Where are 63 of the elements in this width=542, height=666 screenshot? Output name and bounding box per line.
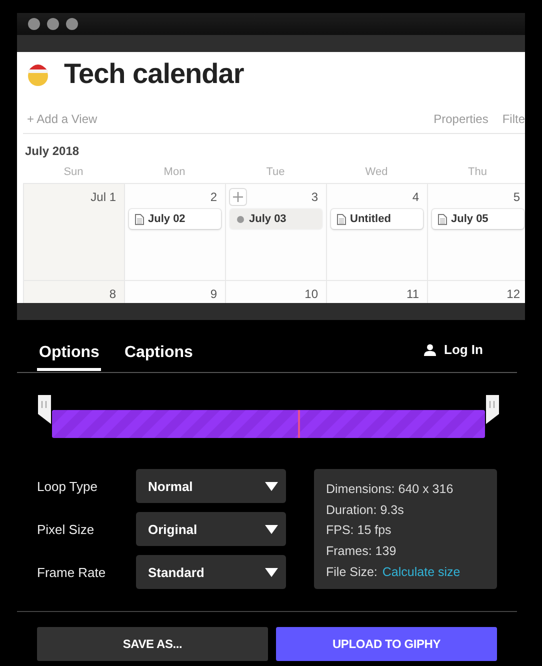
day-cell[interactable]: 11 xyxy=(326,280,427,303)
day-number: 2 xyxy=(210,190,217,204)
info-text: Duration: 9.3s xyxy=(326,502,404,517)
day-number: 3 xyxy=(311,190,318,204)
weekday-label: Wed xyxy=(364,165,389,180)
trim-handle[interactable] xyxy=(37,395,52,424)
tab[interactable]: Captions xyxy=(122,344,195,371)
calculate-size-link[interactable]: Calculate size xyxy=(382,564,460,579)
event-card[interactable]: July 05 xyxy=(432,209,524,229)
month-label: July 2018 xyxy=(25,144,80,158)
day-number: 4 xyxy=(412,190,419,204)
caret-icon xyxy=(265,482,278,490)
day-number: 9 xyxy=(210,287,217,301)
info-text: File Size: xyxy=(326,564,378,579)
timeline-track[interactable] xyxy=(52,410,485,438)
upload-button[interactable]: UPLOAD TO GIPHY xyxy=(276,627,497,661)
page-title: Tech calendar xyxy=(64,58,244,90)
day-number: 10 xyxy=(304,287,318,301)
tab[interactable]: Options xyxy=(37,344,102,371)
event-card[interactable]: July 03 xyxy=(230,209,322,229)
setting-label: Loop Type xyxy=(37,478,98,494)
weekday-label: Mon xyxy=(162,165,186,180)
info-text: FPS: 15 fps xyxy=(326,523,392,538)
day-number: 5 xyxy=(513,190,520,204)
setting-dropdown[interactable]: Normal xyxy=(136,469,286,503)
document-icon xyxy=(438,214,447,224)
caret-icon xyxy=(265,568,278,576)
weekday-label: Tue xyxy=(265,165,286,180)
day-cell[interactable]: 2 July 02 xyxy=(124,183,225,280)
event-card[interactable]: Untitled xyxy=(331,209,423,229)
day-cell[interactable]: 10 xyxy=(225,280,326,303)
day-cell[interactable]: 12 xyxy=(427,280,525,303)
weekday-label: Sun xyxy=(62,165,84,180)
trim-handle[interactable] xyxy=(485,395,500,424)
day-number: 11 xyxy=(406,287,419,301)
day-number: Jul 1 xyxy=(90,190,116,204)
day-cell[interactable]: 3 July 03 xyxy=(225,183,326,280)
day-number: 12 xyxy=(506,287,520,301)
window-close-button[interactable] xyxy=(28,18,40,30)
info-text: Frames: 139 xyxy=(326,544,396,558)
dot-icon xyxy=(236,214,245,224)
setting-dropdown[interactable]: Original xyxy=(136,512,286,546)
weekday-label: Thu xyxy=(467,165,488,180)
setting-label: Frame Rate xyxy=(37,564,107,580)
day-cell[interactable]: Jul 1 xyxy=(23,183,124,280)
day-number: 8 xyxy=(109,287,116,301)
setting-label: Pixel Size xyxy=(37,522,96,536)
day-cell[interactable]: 8 xyxy=(23,280,124,303)
event-card[interactable]: July 02 xyxy=(129,209,221,229)
document-icon xyxy=(337,214,346,224)
day-cell[interactable]: 9 xyxy=(124,280,225,303)
document-icon xyxy=(135,214,144,224)
window-minimize-button[interactable] xyxy=(47,18,59,30)
user-icon xyxy=(424,344,436,356)
setting-dropdown[interactable]: Standard xyxy=(136,555,286,589)
caret-icon xyxy=(265,524,278,534)
save-button[interactable]: SAVE AS... xyxy=(37,627,268,661)
day-cell[interactable]: 5 July 05 xyxy=(427,183,525,280)
add-event-button[interactable] xyxy=(229,188,247,206)
day-cell[interactable]: 4 Untitled xyxy=(326,183,427,280)
info-text: Dimensions: 640 x 316 xyxy=(326,482,454,496)
window-zoom-button[interactable] xyxy=(66,18,78,30)
login-button[interactable]: Log In xyxy=(424,342,483,357)
